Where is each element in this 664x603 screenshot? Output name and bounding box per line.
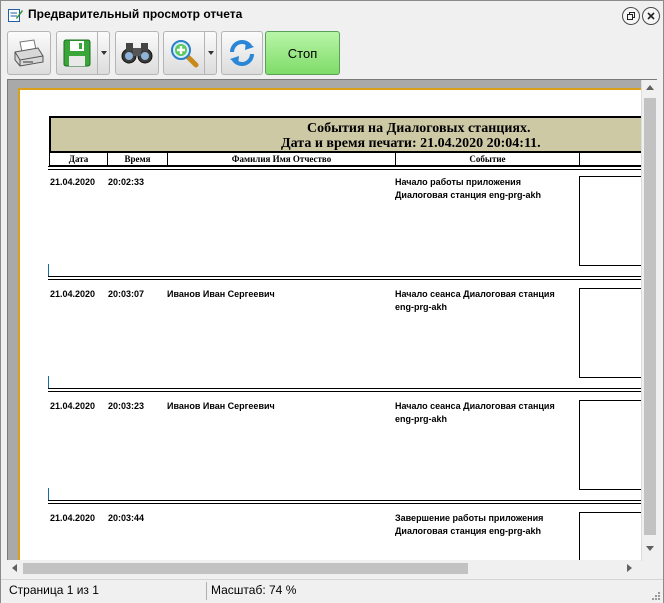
scroll-right-icon[interactable]: [627, 564, 633, 572]
row-divider: [48, 500, 656, 504]
row-marker: [48, 488, 49, 500]
print-button[interactable]: [7, 31, 51, 75]
status-bar: Страница 1 из 1 Масштаб: 74 %: [1, 579, 663, 603]
row-marker: [48, 264, 49, 276]
column-header-event: Событие: [396, 153, 580, 165]
row-divider: [48, 276, 656, 280]
row-date: 21.04.2020: [50, 289, 96, 299]
column-headers: Дата Время Фамилия Имя Отчество Событие: [49, 153, 649, 166]
table-row: 21.04.2020 20:03:07 Иванов Иван Сергееви…: [48, 288, 656, 400]
report-print-date: Дата и время печати: 21.04.2020 20:04:11…: [281, 136, 541, 151]
report-page: События на Диалоговых станциях. Дата и в…: [18, 88, 656, 560]
horizontal-scroll-thumb[interactable]: [23, 563, 468, 574]
row-event-line2: Диалоговая станция eng-prg-akh: [395, 526, 542, 536]
horizontal-scrollbar[interactable]: [7, 560, 641, 577]
toolbar: Стоп: [7, 29, 657, 77]
table-row: 21.04.2020 20:03:23 Иванов Иван Сергееви…: [48, 400, 656, 512]
row-time: 20:02:33: [108, 177, 145, 187]
row-event-line1: Начало сеанса Диалоговая станция: [395, 289, 555, 299]
scroll-down-icon[interactable]: [646, 546, 654, 552]
report-preview-area[interactable]: События на Диалоговых станциях. Дата и в…: [7, 79, 657, 561]
divider: [48, 166, 656, 170]
row-date: 21.04.2020: [50, 401, 96, 411]
vertical-scroll-thumb[interactable]: [644, 98, 656, 535]
table-row: 21.04.2020 20:03:44 Завершение работы пр…: [49, 512, 656, 560]
row-event-line2: eng-prg-akh: [395, 414, 448, 424]
binoculars-icon: [121, 43, 153, 64]
chevron-down-icon: [207, 51, 214, 55]
zoom-dropdown[interactable]: [205, 31, 217, 75]
zoom-button[interactable]: [163, 31, 205, 75]
row-name: Иванов Иван Сергеевич: [167, 289, 275, 299]
window-title: Предварительный просмотр отчета: [28, 7, 243, 21]
status-page-count: Страница 1 из 1: [9, 583, 99, 597]
row-name: Иванов Иван Сергеевич: [167, 401, 275, 411]
report-header: События на Диалоговых станциях. Дата и в…: [49, 116, 649, 153]
row-time: 20:03:44: [108, 513, 145, 523]
refresh-button[interactable]: [221, 31, 263, 75]
preview-window: Предварительный просмотр отчета Стоп Соб…: [0, 0, 664, 603]
column-header-name: Фамилия Имя Отчество: [168, 153, 396, 165]
status-zoom-level: Масштаб: 74 %: [211, 583, 297, 597]
row-date: 21.04.2020: [50, 177, 96, 187]
zoom-in-icon: [171, 40, 199, 68]
row-event-line2: eng-prg-akh: [395, 302, 448, 312]
restore-button[interactable]: [622, 7, 640, 25]
row-divider: [48, 388, 656, 392]
close-icon: [647, 12, 655, 20]
row-event-line1: Начало сеанса Диалоговая станция: [395, 401, 555, 411]
chevron-down-icon: [100, 51, 107, 55]
close-button[interactable]: [642, 7, 660, 25]
row-date: 21.04.2020: [50, 513, 96, 523]
stop-button[interactable]: Стоп: [265, 31, 340, 75]
row-event-line1: Завершение работы приложения: [395, 513, 544, 523]
notepad-icon: [8, 9, 23, 22]
row-time: 20:03:07: [108, 289, 145, 299]
column-header-date: Дата: [50, 153, 108, 165]
printer-icon: [14, 39, 44, 67]
report-title: События на Диалоговых станциях.: [307, 121, 531, 136]
row-time: 20:03:23: [108, 401, 145, 411]
status-divider: [206, 582, 207, 600]
column-header-time: Время: [108, 153, 168, 165]
table-row: 21.04.2020 20:02:33 Начало работы прилож…: [48, 176, 656, 288]
row-marker: [48, 376, 49, 388]
refresh-icon: [230, 40, 254, 66]
resize-grip-icon[interactable]: [651, 591, 661, 601]
save-icon: [63, 39, 91, 67]
find-button[interactable]: [115, 31, 159, 75]
row-event-line2: Диалоговая станция eng-prg-akh: [395, 190, 542, 200]
save-dropdown[interactable]: [98, 31, 110, 75]
scroll-up-icon[interactable]: [646, 85, 654, 91]
scroll-left-icon[interactable]: [12, 564, 18, 572]
row-event-line1: Начало работы приложения: [395, 177, 521, 187]
restore-icon: [627, 12, 635, 20]
save-button[interactable]: [56, 31, 98, 75]
vertical-scrollbar[interactable]: [641, 80, 658, 561]
title-bar: Предварительный просмотр отчета: [1, 1, 663, 29]
